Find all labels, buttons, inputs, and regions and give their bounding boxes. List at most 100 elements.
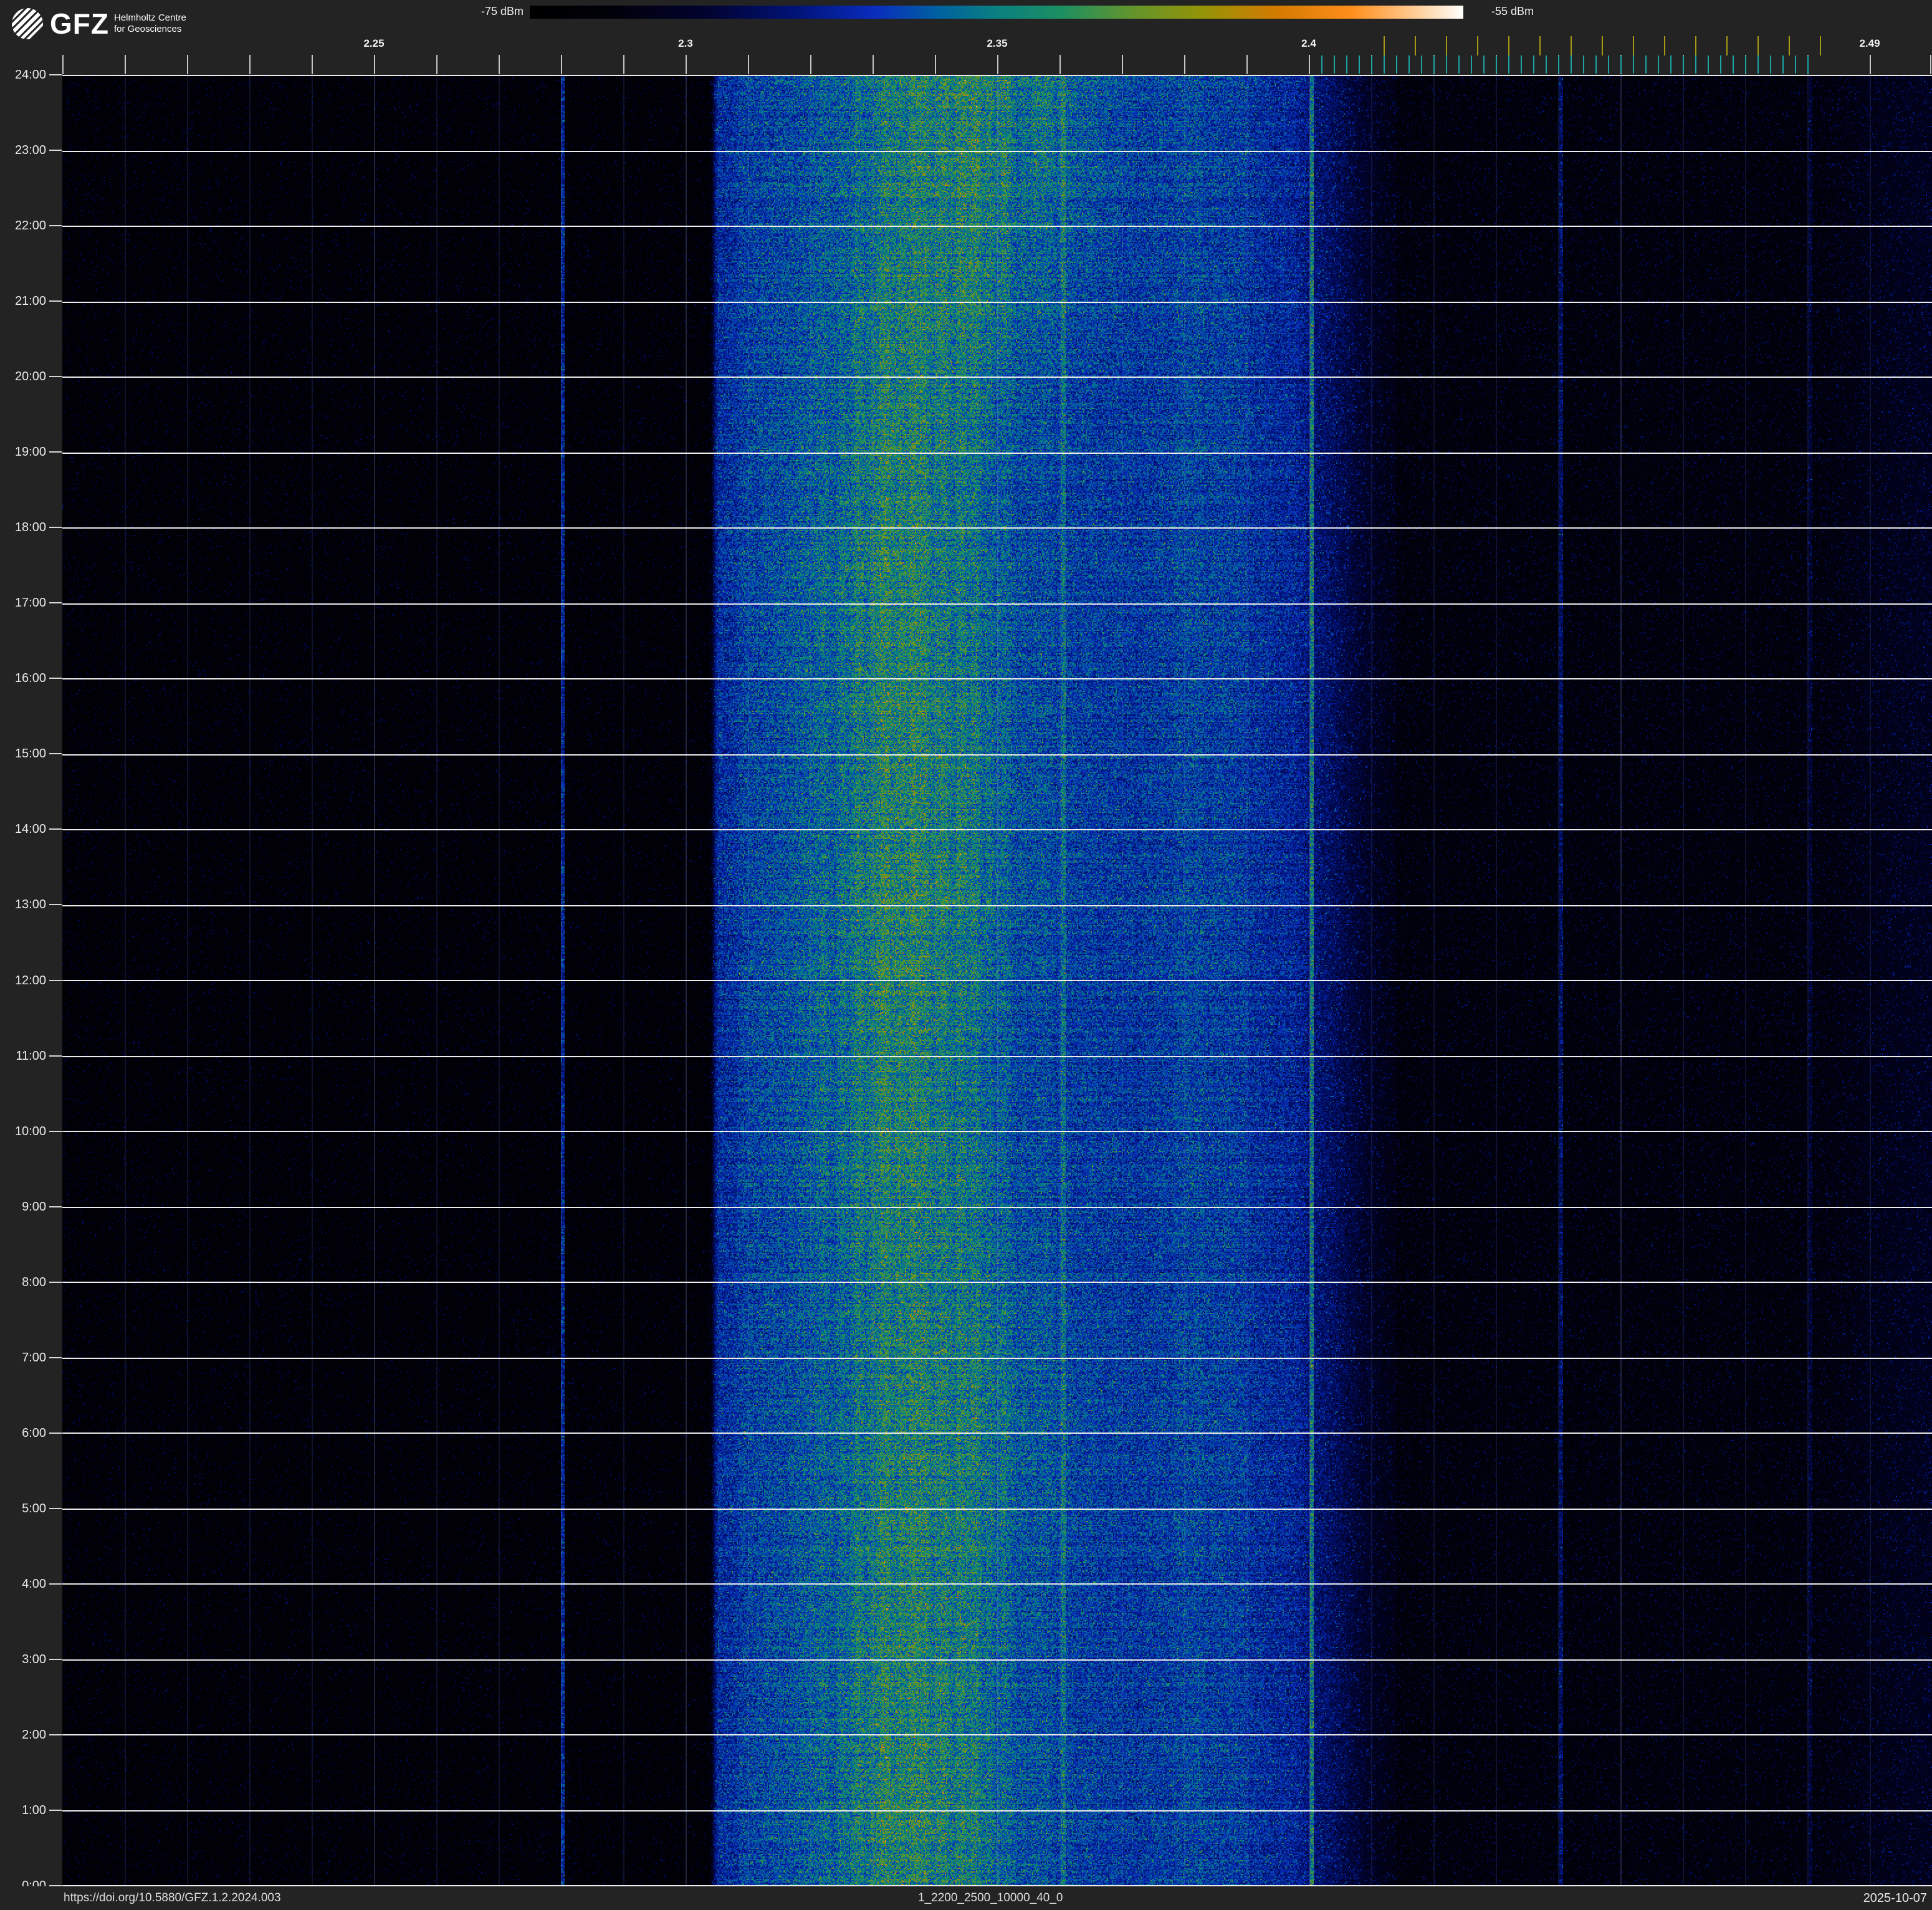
yellow-tick-mark xyxy=(1571,36,1572,55)
teal-tick-mark xyxy=(1708,55,1709,74)
minor-tick-mark xyxy=(125,55,126,74)
yellow-tick-mark xyxy=(1757,36,1759,55)
frequency-tick-label: 2.35 xyxy=(972,37,1022,50)
yellow-tick-mark xyxy=(1820,36,1821,55)
teal-tick-mark xyxy=(1795,55,1796,74)
time-tick-label: 4:00 xyxy=(0,1576,46,1591)
time-tick-label: 17:00 xyxy=(0,595,46,610)
minor-tick-mark xyxy=(1122,55,1123,74)
teal-tick-mark xyxy=(1433,55,1435,74)
minor-tick-mark xyxy=(1309,55,1310,74)
time-axis: 24:0023:0022:0021:0020:0019:0018:0017:00… xyxy=(0,0,62,1910)
time-tick-label: 3:00 xyxy=(0,1652,46,1667)
minor-tick-mark xyxy=(374,55,375,74)
minor-tick-mark xyxy=(312,55,313,74)
time-tick-dash xyxy=(49,904,62,905)
minor-tick-mark xyxy=(1246,55,1248,74)
minor-tick-mark xyxy=(1930,55,1931,74)
time-tick-label: 6:00 xyxy=(0,1426,46,1441)
yellow-tick-mark xyxy=(1726,36,1728,55)
teal-tick-mark xyxy=(1595,55,1597,74)
time-tick-dash xyxy=(49,527,62,528)
time-tick-dash xyxy=(49,225,62,226)
teal-tick-mark xyxy=(1633,55,1634,74)
frequency-tick-label: 2.49 xyxy=(1845,37,1895,50)
time-tick-label: 21:00 xyxy=(0,294,46,309)
teal-tick-mark xyxy=(1483,55,1485,74)
yellow-tick-mark xyxy=(1477,36,1478,55)
teal-tick-mark xyxy=(1546,55,1547,74)
plot-title: 1_2200_2500_10000_40_0 xyxy=(918,1891,1063,1905)
teal-tick-mark xyxy=(1359,55,1360,74)
time-tick-dash xyxy=(49,1659,62,1660)
time-tick-label: 18:00 xyxy=(0,520,46,535)
time-tick-dash xyxy=(49,1282,62,1283)
minor-tick-mark xyxy=(62,55,64,74)
time-tick-dash xyxy=(49,753,62,754)
teal-tick-mark xyxy=(1782,55,1784,74)
teal-tick-mark xyxy=(1496,55,1497,74)
teal-tick-mark xyxy=(1384,55,1385,74)
time-tick-label: 20:00 xyxy=(0,369,46,384)
teal-tick-mark xyxy=(1371,55,1372,74)
minor-tick-mark xyxy=(810,55,811,74)
frequency-tick-label: 2.4 xyxy=(1284,37,1334,50)
minor-tick-mark xyxy=(623,55,624,74)
teal-tick-mark xyxy=(1334,55,1335,74)
footer-bar: https://doi.org/10.5880/GFZ.1.2.2024.003… xyxy=(0,1886,1932,1910)
teal-tick-mark xyxy=(1446,55,1447,74)
teal-tick-mark xyxy=(1571,55,1572,74)
time-tick-label: 14:00 xyxy=(0,822,46,837)
minor-tick-mark xyxy=(561,55,562,74)
time-tick-dash xyxy=(49,1055,62,1057)
teal-tick-mark xyxy=(1471,55,1472,74)
time-tick-label: 1:00 xyxy=(0,1803,46,1818)
spectrogram-page: GFZ Helmholtz Centre for Geosciences -75… xyxy=(0,0,1932,1910)
time-tick-dash xyxy=(49,300,62,302)
time-tick-label: 23:00 xyxy=(0,143,46,158)
teal-tick-mark xyxy=(1733,55,1734,74)
yellow-tick-mark xyxy=(1633,36,1634,55)
time-tick-dash xyxy=(49,678,62,679)
minor-tick-mark xyxy=(748,55,749,74)
time-tick-label: 7:00 xyxy=(0,1350,46,1365)
yellow-tick-mark xyxy=(1664,36,1665,55)
teal-tick-mark xyxy=(1695,55,1696,74)
minor-tick-mark xyxy=(686,55,687,74)
minor-tick-mark xyxy=(997,55,998,74)
time-tick-label: 16:00 xyxy=(0,671,46,686)
teal-tick-mark xyxy=(1421,55,1422,74)
time-tick-dash xyxy=(49,150,62,151)
date-label: 2025-10-07 xyxy=(1863,1891,1927,1906)
time-tick-dash xyxy=(49,74,62,75)
frequency-tick-label: 2.3 xyxy=(661,37,710,50)
time-tick-label: 5:00 xyxy=(0,1501,46,1516)
yellow-tick-mark xyxy=(1602,36,1603,55)
teal-tick-mark xyxy=(1458,55,1460,74)
teal-tick-mark xyxy=(1408,55,1410,74)
teal-tick-mark xyxy=(1346,55,1347,74)
minor-tick-mark xyxy=(873,55,874,74)
yellow-tick-mark xyxy=(1695,36,1696,55)
minor-tick-mark xyxy=(499,55,500,74)
yellow-tick-mark xyxy=(1384,36,1385,55)
doi-text: https://doi.org/10.5880/GFZ.1.2.2024.003 xyxy=(64,1891,281,1905)
minor-tick-mark xyxy=(249,55,251,74)
time-tick-label: 13:00 xyxy=(0,897,46,912)
teal-tick-mark xyxy=(1583,55,1584,74)
time-tick-label: 22:00 xyxy=(0,218,46,233)
teal-tick-mark xyxy=(1396,55,1397,74)
teal-tick-mark xyxy=(1620,55,1622,74)
time-tick-dash xyxy=(49,1810,62,1811)
teal-tick-mark xyxy=(1670,55,1671,74)
yellow-tick-mark xyxy=(1539,36,1541,55)
teal-tick-mark xyxy=(1508,55,1509,74)
time-tick-dash xyxy=(49,1583,62,1585)
teal-tick-mark xyxy=(1807,55,1809,74)
time-tick-label: 11:00 xyxy=(0,1049,46,1063)
time-tick-label: 15:00 xyxy=(0,746,46,761)
time-tick-dash xyxy=(49,1734,62,1735)
time-tick-label: 10:00 xyxy=(0,1124,46,1139)
minor-tick-mark xyxy=(1870,55,1871,74)
teal-tick-mark xyxy=(1521,55,1522,74)
